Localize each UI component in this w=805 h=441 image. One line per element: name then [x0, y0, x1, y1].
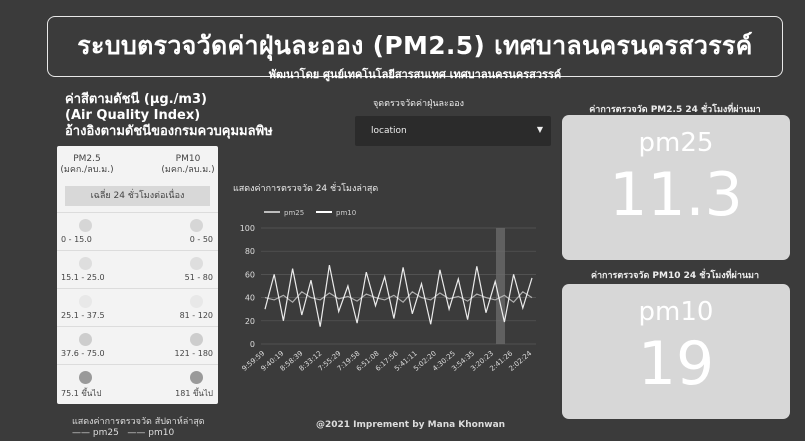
legend-row: 0 - 15.0 0 - 50 [57, 212, 218, 248]
y-tick-label: 80 [245, 247, 255, 256]
pm10-card: pm10 19 [562, 284, 790, 419]
pm10-label: PM10 [175, 154, 201, 164]
y-tick-label: 40 [245, 294, 255, 303]
legend-row: 25.1 - 37.5 81 - 120 [57, 288, 218, 324]
pm10-color-dot [190, 333, 203, 346]
pm25-card-value: 11.3 [609, 160, 743, 230]
pm25-range: 25.1 - 37.5 [61, 311, 105, 320]
legend-label: pm10 [336, 209, 356, 217]
pm10-color-dot [190, 295, 203, 308]
pm25-card: pm25 11.3 [562, 115, 790, 260]
y-tick-label: 100 [240, 224, 255, 233]
aqi-line-3: อ้างอิงตามดัชนีของกรมควบคุมมลพิษ [65, 124, 273, 139]
y-tick-label: 0 [250, 340, 255, 349]
pm10-color-dot [190, 219, 203, 232]
pm10-card-title: ค่าการตรวจวัด PM10 24 ชั่วโมงที่ผ่านมา [590, 271, 760, 281]
page-title: ระบบตรวจวัดค่าฝุ่นละออง (PM2.5) เทศบาลนค… [77, 31, 753, 60]
legend-row: 37.6 - 75.0 121 - 180 [57, 326, 218, 362]
legend-series-pm10: pm10 [148, 428, 175, 438]
pm10-card-name: pm10 [638, 297, 714, 327]
pm25-range: 37.6 - 75.0 [61, 349, 105, 358]
legend-row: 15.1 - 25.0 51 - 80 [57, 250, 218, 286]
pm10-range: 181 ขึ้นไป [175, 389, 213, 398]
footer-credit: @2021 Imprement by Mana Khonwan [316, 420, 506, 430]
header-box: ระบบตรวจวัดค่าฝุ่นละออง (PM2.5) เทศบาลนค… [47, 16, 783, 81]
aqi-heading: ค่าสีตามดัชนี (µg./m3) (Air Quality Inde… [65, 92, 273, 140]
pm-line-chart: pm25 pm100204060801009:59:599:40:198:58:3… [240, 209, 536, 373]
caret-down-icon: ▼ [536, 125, 543, 134]
location-select[interactable]: location ▼ [355, 116, 551, 146]
highlight-band [496, 228, 505, 344]
aqi-legend-card: PM2.5 (มคก./ลบ.ม.) PM10 (มคก./ลบ.ม.) เฉล… [57, 146, 218, 404]
pm10-unit: (มคก./ลบ.ม.) [161, 165, 215, 175]
station-label: จุดตรวจวัดค่าฝุ่นละออง [373, 99, 465, 109]
pm10-range: 81 - 120 [179, 311, 213, 320]
pm10-range: 0 - 50 [189, 235, 213, 244]
pm10-range: 121 - 180 [174, 349, 213, 358]
legend-series-pm25: pm25 [92, 428, 119, 438]
average-label: เฉลี่ย 24 ชั่วโมงต่อเนื่อง [65, 186, 210, 206]
pm25-range: 75.1 ขึ้นไป [61, 389, 102, 398]
pm25-card-title: ค่าการตรวจวัด PM2.5 24 ชั่วโมงที่ผ่านมา [589, 105, 761, 115]
pm25-card-name: pm25 [638, 128, 714, 158]
y-tick-label: 20 [245, 317, 255, 326]
pm10-card-value: 19 [637, 329, 715, 399]
location-select-value: location [371, 126, 407, 136]
legend-label: pm25 [284, 209, 304, 217]
legend-line-icon: —— [72, 428, 90, 438]
y-tick-label: 60 [245, 270, 255, 279]
legend-line-icon: —— [127, 428, 146, 438]
weekly-legend-title: แสดงค่าการตรวจวัด สัปดาห์ล่าสุด [72, 417, 205, 427]
pm25-color-dot [79, 257, 92, 270]
pm25-column-header: PM2.5 (มคก./ลบ.ม.) [57, 154, 117, 176]
pm25-color-dot [79, 371, 92, 384]
pm10-color-dot [190, 371, 203, 384]
aqi-line-1: ค่าสีตามดัชนี (µg./m3) [65, 92, 207, 107]
pm25-unit: (มคก./ลบ.ม.) [60, 165, 114, 175]
pm25-range: 15.1 - 25.0 [61, 273, 105, 282]
legend-row: 75.1 ขึ้นไป 181 ขึ้นไป [57, 364, 218, 400]
pm10-column-header: PM10 (มคก./ลบ.ม.) [158, 154, 218, 176]
pm25-label: PM2.5 [73, 154, 101, 164]
chart-title: แสดงค่าการตรวจวัด 24 ชั่วโมงล่าสุด [233, 184, 379, 194]
page-subtitle: พัฒนาโดย ศูนย์เทคโนโลยีสารสนเทศ เทศบาลนค… [268, 68, 562, 81]
pm25-color-dot [79, 219, 92, 232]
pm25-color-dot [79, 295, 92, 308]
aqi-line-2: (Air Quality Index) [65, 108, 201, 123]
pm25-color-dot [79, 333, 92, 346]
pm10-color-dot [190, 257, 203, 270]
pm25-range: 0 - 15.0 [61, 235, 92, 244]
pm10-range: 51 - 80 [184, 273, 213, 282]
weekly-legend: —— pm25 —— pm10 [72, 428, 174, 438]
